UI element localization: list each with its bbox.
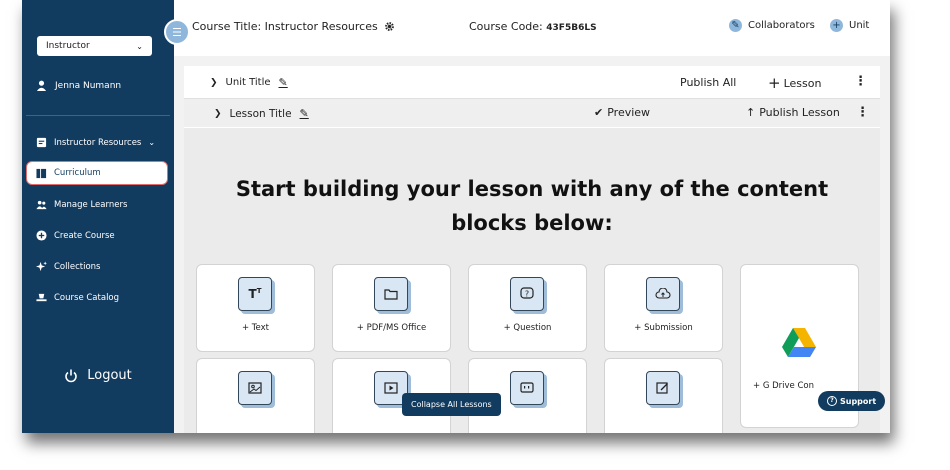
canvas-headline: Start building your lesson with any of t… <box>184 172 880 240</box>
course-title: Course Title: Instructor Resources <box>192 20 395 33</box>
sidebar-item-label: Manage Learners <box>54 199 128 210</box>
sidebar-item-instructor-resources[interactable]: Instructor Resources ⌄ <box>36 137 155 148</box>
collapse-all-lessons-tooltip[interactable]: Collapse All Lessons <box>402 393 501 416</box>
plus-icon: + <box>768 74 781 92</box>
books-icon <box>36 168 47 178</box>
sidebar-item-collections[interactable]: Collections <box>36 261 100 272</box>
menu-toggle-button[interactable] <box>164 19 190 45</box>
kebab-menu-icon[interactable]: ⋮ <box>856 105 869 120</box>
content-canvas: Start building your lesson with any of t… <box>184 128 880 433</box>
google-drive-icon <box>782 328 816 357</box>
role-select-value: Instructor <box>46 41 90 51</box>
arrow-up-icon: ↑ <box>746 106 756 119</box>
user-icon <box>36 80 47 91</box>
course-code-value: 43F5B6LS <box>546 23 597 33</box>
add-lesson-label: Lesson <box>783 76 822 90</box>
cloud-upload-icon <box>646 277 680 311</box>
user-name: Jenna Numann <box>55 80 122 91</box>
pdf-block-button[interactable]: + PDF/MS Office <box>332 264 451 352</box>
unit-title-group[interactable]: ❯ Unit Title ✎ <box>210 76 288 89</box>
preview-button[interactable]: ✔ Preview <box>594 106 650 119</box>
sidebar-item-course-catalog[interactable]: Course Catalog <box>36 292 119 303</box>
block-label: + G Drive Con <box>753 381 814 391</box>
sidebar-item-label: Create Course <box>54 230 115 241</box>
sidebar-item-label: Instructor Resources <box>54 137 142 148</box>
main-content: ❯ Unit Title ✎ Publish All + Lesson ⋮ ❯ … <box>174 56 890 433</box>
logout-label: Logout <box>87 368 132 383</box>
role-select[interactable]: Instructor ⌄ <box>37 36 152 56</box>
course-title-text: Course Title: Instructor Resources <box>192 20 378 33</box>
sidebar-item-label: Collections <box>54 261 101 272</box>
text-block-button[interactable]: TT + Text <box>196 264 315 352</box>
app-window: Instructor ⌄ Jenna Numann Instructor Res… <box>22 0 890 433</box>
chevron-down-icon: ⌄ <box>148 138 156 147</box>
unit-row: ❯ Unit Title ✎ Publish All + Lesson ⋮ <box>184 66 880 99</box>
unit-title: Unit Title <box>225 77 271 88</box>
lesson-row: ❯ Lesson Title ✎ ✔ Preview ↑ Publish Les… <box>184 99 880 127</box>
plus-circle-icon: + <box>830 19 843 32</box>
header: Course Title: Instructor Resources Cours… <box>164 0 890 56</box>
logout-button[interactable]: Logout <box>22 368 174 383</box>
help-circle-icon: ? <box>827 396 837 406</box>
support-label: Support <box>840 396 877 406</box>
question-block-button[interactable]: ? + Question <box>468 264 587 352</box>
folder-icon <box>374 277 408 311</box>
block-label: + PDF/MS Office <box>356 323 427 333</box>
course-code: Course Code: 43F5B6LS <box>469 20 597 33</box>
svg-text:?: ? <box>525 290 529 299</box>
sidebar-item-label: Curriculum <box>54 168 101 178</box>
sparkles-icon <box>36 261 47 272</box>
support-button[interactable]: ? Support <box>818 391 886 411</box>
image-icon <box>238 371 272 405</box>
sidebar-divider <box>26 115 170 116</box>
scorm-block-button[interactable] <box>604 358 723 433</box>
collaborators-button[interactable]: ✎ Collaborators <box>729 19 815 32</box>
sidebar-item-label: Course Catalog <box>54 292 120 303</box>
pencil-circle-icon: ✎ <box>729 19 742 32</box>
course-code-label: Course Code: <box>469 20 543 33</box>
image-block-button[interactable] <box>196 358 315 433</box>
submission-block-button[interactable]: + Submission <box>604 264 723 352</box>
check-icon: ✔ <box>594 106 604 119</box>
pencil-icon[interactable]: ✎ <box>279 76 288 89</box>
course-editor: ❯ Unit Title ✎ Publish All + Lesson ⋮ ❯ … <box>184 66 880 433</box>
block-label: + Text <box>241 323 269 333</box>
kebab-menu-icon[interactable]: ⋮ <box>854 74 867 89</box>
users-icon <box>36 200 47 210</box>
book-open-icon <box>36 137 47 148</box>
sidebar-item-manage-learners[interactable]: Manage Learners <box>36 199 127 210</box>
unit-label: Unit <box>849 20 870 31</box>
chevron-down-icon[interactable]: ❯ <box>210 78 218 88</box>
question-icon: ? <box>510 277 544 311</box>
add-lesson-button[interactable]: + Lesson <box>768 74 821 92</box>
publish-lesson-button[interactable]: ↑ Publish Lesson <box>746 106 840 119</box>
hat-icon <box>36 293 47 302</box>
add-unit-button[interactable]: + Unit <box>830 19 869 32</box>
headline-line-2: blocks below: <box>451 211 613 235</box>
publish-all-button[interactable]: Publish All <box>680 76 736 89</box>
plus-circle-icon <box>36 230 47 241</box>
sidebar: Instructor ⌄ Jenna Numann Instructor Res… <box>22 0 174 433</box>
text-icon: TT <box>238 277 272 311</box>
chevron-down-icon[interactable]: ❯ <box>214 109 222 119</box>
chevron-down-icon: ⌄ <box>136 41 143 51</box>
sidebar-item-curriculum[interactable]: Curriculum <box>26 161 168 185</box>
chat-icon <box>510 371 544 405</box>
headline-line-1: Start building your lesson with any of t… <box>235 177 829 201</box>
gear-icon[interactable] <box>384 21 395 32</box>
block-label: + Submission <box>634 323 693 333</box>
collaborators-label: Collaborators <box>748 20 815 31</box>
power-icon <box>65 369 77 382</box>
block-label: + Question <box>503 323 552 333</box>
edit-square-icon <box>646 371 680 405</box>
lesson-title-group[interactable]: ❯ Lesson Title ✎ <box>214 107 309 120</box>
sidebar-item-create-course[interactable]: Create Course <box>36 230 115 241</box>
pencil-icon[interactable]: ✎ <box>300 107 309 120</box>
user-profile[interactable]: Jenna Numann <box>36 80 121 91</box>
lesson-title: Lesson Title <box>229 107 292 120</box>
preview-label: Preview <box>607 106 651 119</box>
publish-lesson-label: Publish Lesson <box>759 106 840 119</box>
menu-icon <box>173 28 181 36</box>
